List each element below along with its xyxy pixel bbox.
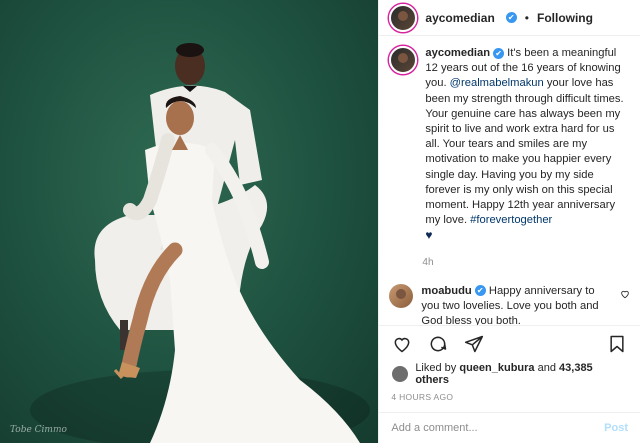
hashtag-link[interactable]: #forevertogether bbox=[470, 214, 552, 226]
heart-icon[interactable] bbox=[391, 333, 413, 355]
comment-icon[interactable] bbox=[427, 333, 449, 355]
verified-badge-icon: ✔ bbox=[505, 12, 517, 23]
photographer-watermark: Tobe Cimmo bbox=[10, 425, 67, 435]
couple-photo-illustration bbox=[30, 43, 370, 443]
following-button[interactable]: Following bbox=[537, 11, 593, 25]
list-item: moabudu ✔ Happy anniversary to you two lo… bbox=[389, 283, 630, 325]
commenter-username[interactable]: moabudu bbox=[421, 285, 471, 297]
post-header: aycomedian ✔ • Following bbox=[379, 0, 640, 36]
instagram-post: Tobe Cimmo aycomedian ✔ • Following ayco… bbox=[0, 0, 640, 443]
comments-section: aycomedian ✔ It's been a meaningful 12 ye… bbox=[379, 36, 640, 325]
comment-like-icon[interactable] bbox=[620, 286, 630, 325]
caption-username[interactable]: aycomedian bbox=[425, 47, 490, 59]
action-bar bbox=[379, 325, 640, 362]
caption-text-middle: your love has been my strength through d… bbox=[425, 77, 624, 227]
caption-text: aycomedian ✔ It's been a meaningful 12 ye… bbox=[425, 46, 630, 245]
blue-heart-emoji: ♥ bbox=[425, 228, 433, 243]
author-avatar[interactable] bbox=[389, 3, 418, 32]
caption-author-avatar[interactable] bbox=[389, 46, 418, 74]
liker-avatar[interactable] bbox=[391, 365, 410, 383]
verified-badge-icon: ✔ bbox=[474, 285, 486, 297]
share-icon[interactable] bbox=[463, 333, 485, 355]
post-timestamp[interactable]: 4 HOURS AGO bbox=[379, 386, 640, 412]
liker-username[interactable]: queen_kubura bbox=[459, 362, 534, 374]
likes-and: and bbox=[537, 362, 556, 374]
post-photo[interactable]: Tobe Cimmo bbox=[0, 0, 379, 443]
add-comment-bar: Post bbox=[379, 412, 640, 443]
mention-link[interactable]: @realmabelmakun bbox=[450, 77, 544, 89]
comment-input[interactable] bbox=[391, 422, 605, 434]
likes-summary: Liked by queen_kubura and 43,385 others bbox=[379, 362, 640, 386]
caption-time: 4h bbox=[422, 256, 434, 268]
likes-text: Liked by queen_kubura and 43,385 others bbox=[415, 362, 628, 386]
author-username[interactable]: aycomedian bbox=[425, 11, 494, 25]
likes-prefix: Liked by bbox=[415, 362, 457, 374]
header-separator: • bbox=[524, 10, 529, 25]
comment-text: moabudu ✔ Happy anniversary to you two lo… bbox=[421, 284, 612, 325]
post-sidebar: aycomedian ✔ • Following aycomedian ✔ It'… bbox=[378, 0, 640, 443]
verified-badge-icon: ✔ bbox=[493, 47, 505, 59]
post-comment-button[interactable]: Post bbox=[604, 422, 628, 434]
bookmark-icon[interactable] bbox=[606, 333, 628, 355]
caption: aycomedian ✔ It's been a meaningful 12 ye… bbox=[389, 46, 630, 245]
commenter-avatar[interactable] bbox=[389, 283, 414, 308]
